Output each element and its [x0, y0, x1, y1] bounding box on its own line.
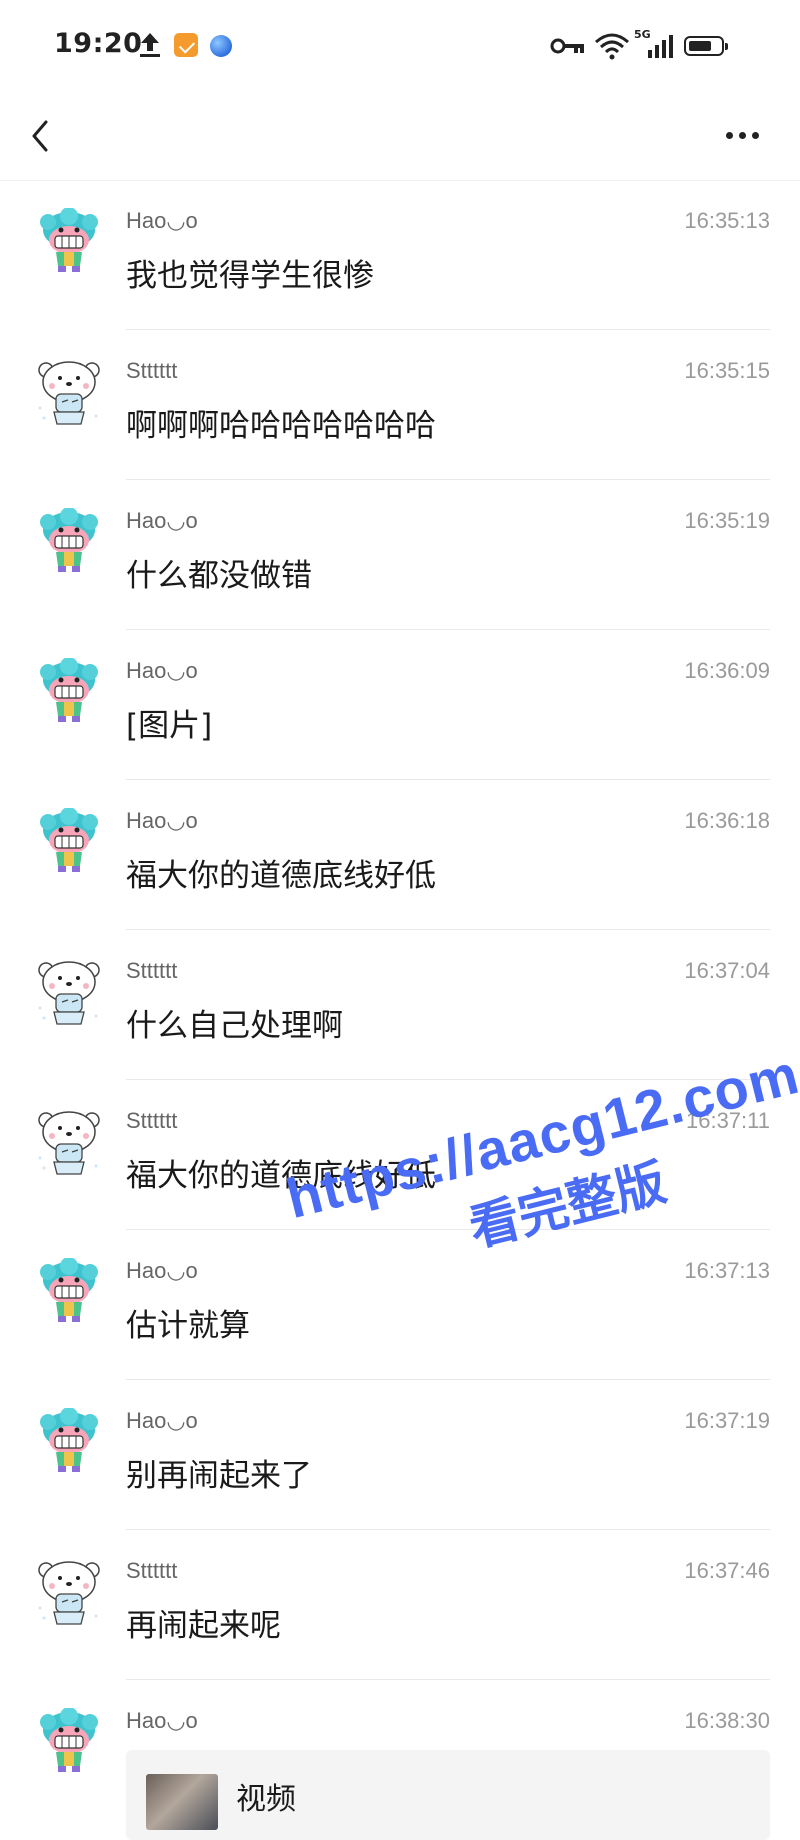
sender-name: Hao◡o [126, 508, 198, 533]
vpn-key-icon [550, 38, 584, 54]
message-item[interactable]: Stttttt 16:37:11 福大你的道德底线好低 [0, 1080, 800, 1230]
sender-name: Stttttt [126, 1558, 178, 1583]
battery-icon [684, 36, 728, 56]
message-time: 16:37:11 [685, 1108, 770, 1133]
avatar-white-bear[interactable] [34, 1108, 104, 1178]
message-text: 估计就算 [126, 1308, 250, 1344]
message-time: 16:35:19 [684, 508, 770, 533]
message-text: 别再闹起来了 [126, 1458, 312, 1494]
status-time: 19:20 [54, 28, 143, 59]
sender-name: Hao◡o [126, 1258, 198, 1283]
video-message-card[interactable]: 视频 [126, 1750, 770, 1840]
status-icons: 5G [550, 28, 750, 64]
message-time: 16:37:04 [684, 958, 770, 983]
avatar-blue-monster[interactable] [34, 1407, 104, 1478]
chat-history-list[interactable]: Hao◡o 16:35:13 我也觉得学生很惨 Stttttt 16:35:15 啊啊啊… [0, 180, 800, 1840]
back-button[interactable] [24, 106, 74, 166]
message-text: [图片] [126, 708, 213, 744]
message-item[interactable]: Hao◡o 16:35:13 我也觉得学生很惨 [0, 180, 800, 330]
avatar-blue-monster[interactable] [34, 657, 104, 728]
sender-name: Stttttt [126, 358, 178, 383]
upload-arrow-icon [140, 33, 160, 57]
app-badge-icon [174, 33, 198, 57]
video-thumbnail [146, 1774, 218, 1830]
message-text: 福大你的道德底线好低 [126, 1158, 436, 1194]
avatar-white-bear[interactable] [34, 958, 104, 1028]
sender-name: Hao◡o [126, 208, 198, 233]
message-time: 16:37:13 [684, 1258, 770, 1283]
avatar-blue-monster[interactable] [34, 1707, 104, 1778]
message-text: 什么自己处理啊 [126, 1008, 343, 1044]
message-text: 福大你的道德底线好低 [126, 858, 436, 894]
message-text: 啊啊啊哈哈哈哈哈哈哈 [126, 408, 436, 444]
message-item[interactable]: Hao◡o 16:36:18 福大你的道德底线好低 [0, 780, 800, 930]
sender-name: Hao◡o [126, 808, 198, 833]
wifi-icon [595, 33, 629, 60]
message-time: 16:35:13 [684, 208, 770, 233]
avatar-blue-monster[interactable] [34, 507, 104, 578]
signal-icon [648, 35, 673, 58]
avatar-blue-monster[interactable] [34, 807, 104, 878]
sender-name: Hao◡o [126, 1708, 198, 1733]
message-item[interactable]: Hao◡o 16:37:19 别再闹起来了 [0, 1380, 800, 1530]
sender-name: Stttttt [126, 1108, 178, 1133]
message-time: 16:35:15 [684, 358, 770, 383]
sender-name: Hao◡o [126, 658, 198, 683]
avatar-blue-monster[interactable] [34, 1257, 104, 1328]
avatar-white-bear[interactable] [34, 1558, 104, 1628]
more-dot [752, 132, 759, 139]
chevron-left-icon [32, 120, 48, 152]
message-text: 再闹起来呢 [126, 1608, 281, 1644]
sender-name: Hao◡o [126, 1408, 198, 1433]
avatar-blue-monster[interactable] [34, 207, 104, 278]
message-time: 16:36:09 [684, 658, 770, 683]
message-time: 16:36:18 [684, 808, 770, 833]
sender-name: Stttttt [126, 958, 178, 983]
message-item[interactable]: Hao◡o 16:36:09 [图片] [0, 630, 800, 780]
browser-icon [210, 35, 232, 57]
status-bar: 19:20 5G [0, 0, 800, 90]
message-item[interactable]: Stttttt 16:37:46 再闹起来呢 [0, 1530, 800, 1680]
message-item[interactable]: Hao◡o 16:38:30 视频 [0, 1680, 800, 1840]
more-options-button[interactable] [712, 112, 772, 158]
top-nav-bar [0, 90, 800, 181]
message-item[interactable]: Stttttt 16:35:15 啊啊啊哈哈哈哈哈哈哈 [0, 330, 800, 480]
message-time: 16:38:30 [684, 1708, 770, 1733]
message-text: 我也觉得学生很惨 [126, 258, 374, 294]
more-dots-icon [726, 132, 733, 139]
more-dot [739, 132, 746, 139]
message-item[interactable]: Hao◡o 16:37:13 估计就算 [0, 1230, 800, 1380]
avatar-white-bear[interactable] [34, 358, 104, 428]
message-item[interactable]: Hao◡o 16:35:19 什么都没做错 [0, 480, 800, 630]
message-time: 16:37:19 [684, 1408, 770, 1433]
message-time: 16:37:46 [684, 1558, 770, 1583]
message-text: 什么都没做错 [126, 558, 312, 594]
video-label: 视频 [236, 1782, 296, 1817]
message-item[interactable]: Stttttt 16:37:04 什么自己处理啊 [0, 930, 800, 1080]
